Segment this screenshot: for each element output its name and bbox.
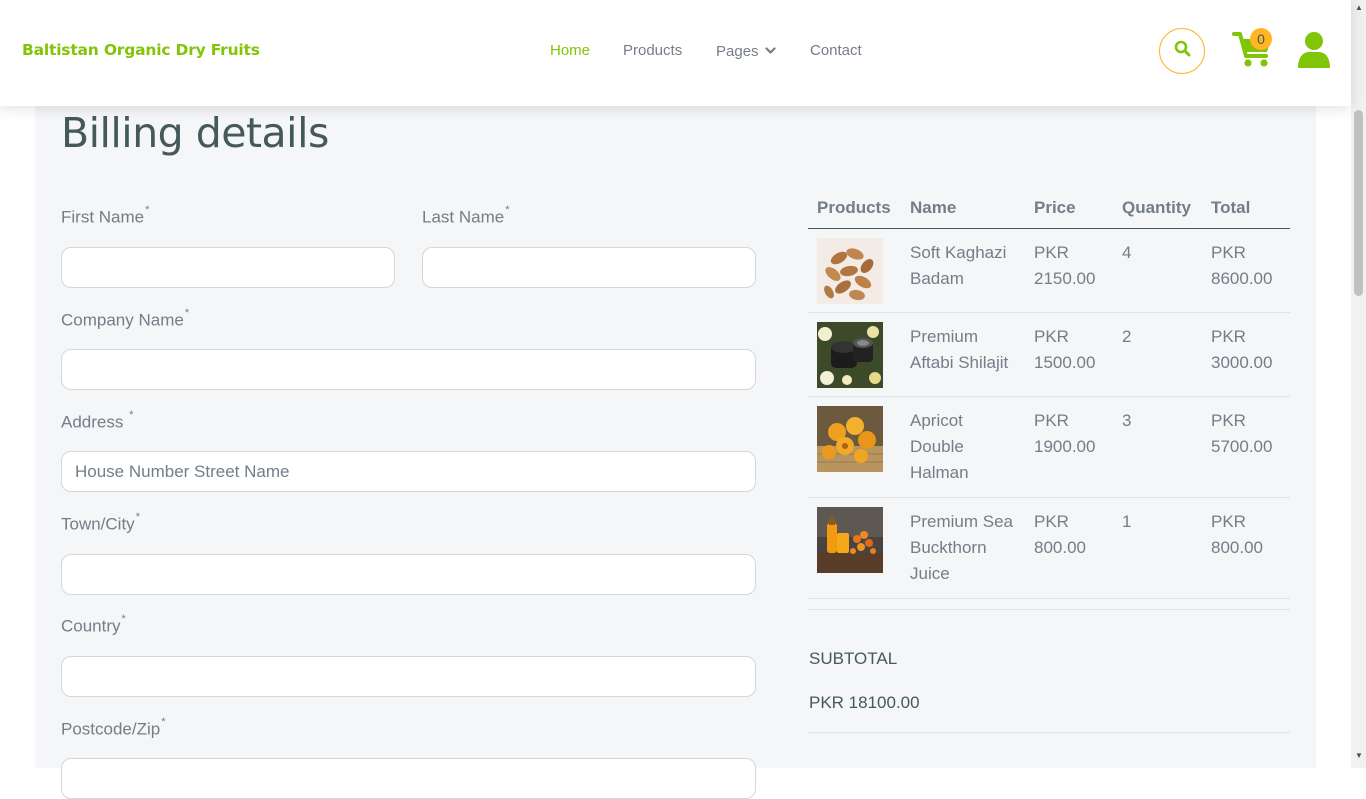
- cart-count-badge: 0: [1250, 28, 1272, 50]
- address-label: Address *: [61, 409, 134, 432]
- table-row: Premium Aftabi Shilajit PKR 1500.00 2 PK…: [808, 312, 1290, 397]
- column-header: Quantity: [1113, 190, 1202, 229]
- product-total: PKR 800.00: [1202, 497, 1290, 599]
- nav-pages-label: Pages: [716, 43, 759, 60]
- product-image-cell: [808, 497, 901, 599]
- product-total: PKR 5700.00: [1202, 396, 1290, 498]
- scrollbar-thumb[interactable]: [1354, 110, 1363, 296]
- product-name: Soft Kaghazi Badam: [901, 228, 1025, 313]
- product-quantity: 1: [1113, 497, 1202, 599]
- page-scrollbar[interactable]: ▲ ▼: [1351, 0, 1366, 768]
- scroll-up-arrow-icon[interactable]: ▲: [1355, 4, 1363, 12]
- last-name-label: Last Name*: [422, 204, 510, 227]
- product-quantity: 2: [1113, 312, 1202, 397]
- product-total: PKR 3000.00: [1202, 312, 1290, 397]
- first-name-label: First Name*: [61, 204, 150, 227]
- product-name: Premium Aftabi Shilajit: [901, 312, 1025, 397]
- apricot-thumbnail: [817, 406, 883, 472]
- table-row: Premium Sea Buckthorn Juice PKR 800.00 1…: [808, 497, 1290, 599]
- product-name: Apricot Double Halman: [901, 396, 1025, 498]
- product-price: PKR 2150.00: [1025, 228, 1113, 313]
- order-summary-table: Products Name Price Quantity Total Soft …: [808, 190, 1290, 599]
- first-name-input[interactable]: [61, 247, 395, 288]
- scroll-down-arrow-icon[interactable]: ▼: [1355, 752, 1363, 760]
- search-button[interactable]: [1159, 28, 1205, 74]
- product-price: PKR 800.00: [1025, 497, 1113, 599]
- postcode-label: Postcode/Zip*: [61, 716, 166, 739]
- column-header: Products: [808, 190, 901, 229]
- town-city-label: Town/City*: [61, 511, 140, 534]
- table-row: Soft Kaghazi Badam PKR 2150.00 4 PKR 860…: [808, 228, 1290, 313]
- nav-home[interactable]: Home: [550, 42, 590, 59]
- company-name-input[interactable]: [61, 349, 756, 390]
- last-name-input[interactable]: [422, 247, 756, 288]
- product-total: PKR 8600.00: [1202, 228, 1290, 313]
- brand-logo[interactable]: Baltistan Organic Dry Fruits: [22, 41, 260, 59]
- top-navbar: Baltistan Organic Dry Fruits Home Produc…: [0, 0, 1351, 106]
- product-image-cell: [808, 396, 901, 498]
- address-input[interactable]: [61, 451, 756, 492]
- subtotal-label: SUBTOTAL: [809, 649, 898, 668]
- cart-button[interactable]: 0: [1232, 28, 1276, 70]
- postcode-input[interactable]: [61, 758, 756, 799]
- subtotal-value: PKR 18100.00: [809, 693, 920, 712]
- country-label: Country*: [61, 613, 126, 636]
- page-title: Billing details: [61, 109, 329, 157]
- product-quantity: 4: [1113, 228, 1202, 313]
- nav-contact[interactable]: Contact: [810, 42, 862, 59]
- juice-thumbnail: [817, 507, 883, 573]
- table-header-row: Products Name Price Quantity Total: [808, 190, 1290, 229]
- company-name-label: Company Name*: [61, 307, 190, 330]
- nav-pages[interactable]: Pages: [716, 42, 776, 60]
- shilajit-thumbnail: [817, 322, 883, 388]
- divider: [808, 732, 1290, 733]
- almond-thumbnail: [817, 238, 883, 304]
- chevron-down-icon: [764, 42, 776, 59]
- column-header: Total: [1202, 190, 1290, 229]
- nav-products[interactable]: Products: [623, 42, 682, 59]
- town-city-input[interactable]: [61, 554, 756, 595]
- product-image-cell: [808, 228, 901, 313]
- user-icon: [1297, 32, 1331, 74]
- search-icon: [1174, 40, 1191, 62]
- product-name: Premium Sea Buckthorn Juice: [901, 497, 1025, 599]
- product-quantity: 3: [1113, 396, 1202, 498]
- product-price: PKR 1500.00: [1025, 312, 1113, 397]
- user-account-button[interactable]: [1297, 30, 1333, 70]
- column-header: Name: [901, 190, 1025, 229]
- table-row: Apricot Double Halman PKR 1900.00 3 PKR …: [808, 396, 1290, 498]
- divider: [808, 609, 1290, 610]
- country-input[interactable]: [61, 656, 756, 697]
- product-image-cell: [808, 312, 901, 397]
- column-header: Price: [1025, 190, 1113, 229]
- product-price: PKR 1900.00: [1025, 396, 1113, 498]
